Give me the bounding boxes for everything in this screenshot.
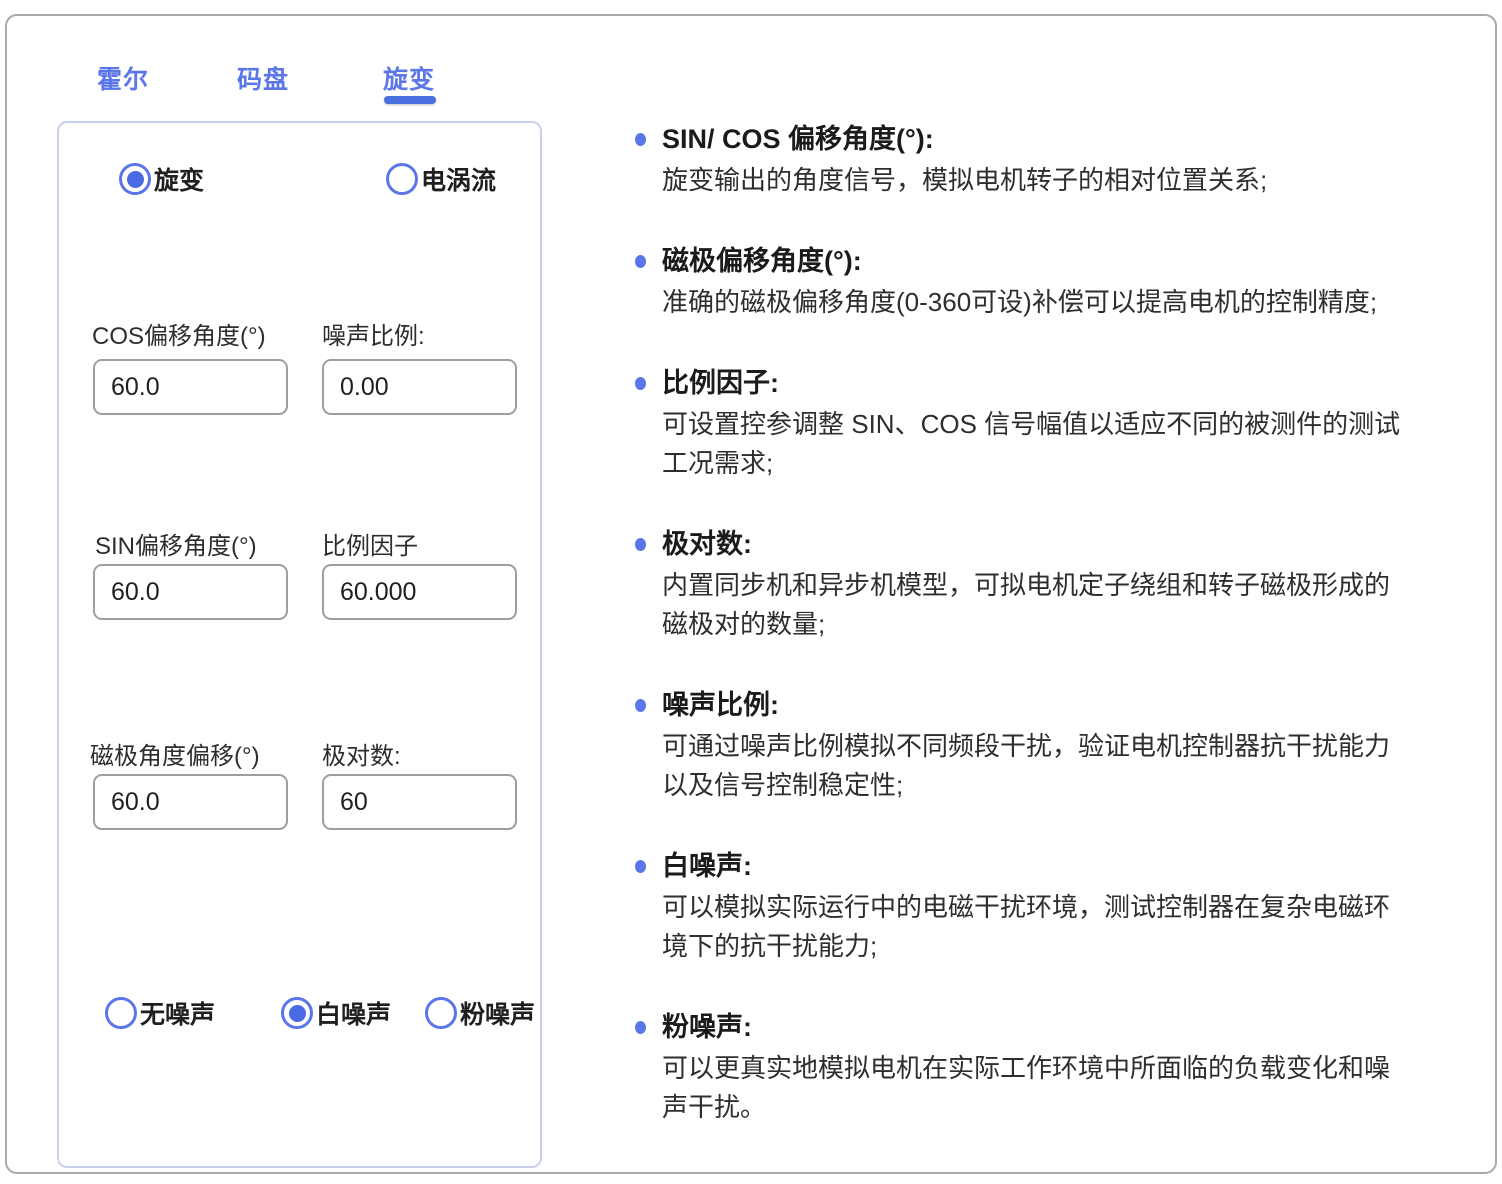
noise-ratio-label: 噪声比例: (322, 316, 425, 351)
desc-title: 粉噪声: (662, 1008, 752, 1046)
noise-ratio-input[interactable] (322, 359, 517, 415)
desc-body: 准确的磁极偏移角度(0-360可设)补偿可以提高电机的控制精度; (662, 283, 1491, 322)
radio-eddy-current[interactable]: 电涡流 (386, 161, 496, 197)
resolver-settings-panel: 旋变 电涡流 COS偏移角度(°) 噪声比例: SIN偏移角度(°) 比例因子 … (57, 121, 542, 1168)
radio-resolver[interactable]: 旋变 (119, 161, 204, 197)
bullet-icon (635, 538, 646, 551)
desc-sin-cos-offset: SIN/ COS 偏移角度(°): 旋变输出的角度信号，模拟电机转子的相对位置关… (635, 120, 1491, 200)
tab-resolver-label: 旋变 (383, 66, 435, 94)
radio-no-noise[interactable]: 无噪声 (105, 995, 215, 1031)
desc-title: 噪声比例: (662, 686, 779, 724)
radio-white-noise[interactable]: 白噪声 (281, 995, 391, 1031)
desc-pole-pairs: 极对数: 内置同步机和异步机模型，可拟电机定子绕组和转子磁极形成的 磁极对的数量… (635, 525, 1491, 644)
desc-body: 旋变输出的角度信号，模拟电机转子的相对位置关系; (662, 161, 1491, 200)
sin-offset-label: SIN偏移角度(°) (95, 526, 257, 561)
tab-resolver[interactable]: 旋变 (383, 60, 435, 96)
radio-unselected-icon (425, 997, 457, 1029)
bullet-icon (635, 255, 646, 268)
page-frame: 霍尔 码盘 旋变 旋变 电涡流 COS偏移角度(°) 噪声比例: SIN偏移角度… (5, 14, 1497, 1174)
desc-body: 可以模拟实际运行中的电磁干扰环境，测试控制器在复杂电磁环 境下的抗干扰能力; (662, 888, 1491, 966)
radio-pink-noise-label: 粉噪声 (460, 995, 535, 1031)
pole-angle-offset-label: 磁极角度偏移(°) (90, 736, 260, 771)
radio-no-noise-label: 无噪声 (140, 995, 215, 1031)
bullet-icon (635, 133, 646, 146)
scale-factor-label: 比例因子 (322, 526, 418, 561)
radio-unselected-icon (386, 163, 418, 195)
radio-pink-noise[interactable]: 粉噪声 (425, 995, 535, 1031)
bullet-icon (635, 860, 646, 873)
pole-pairs-input[interactable] (322, 774, 517, 830)
desc-title: 磁极偏移角度(°): (662, 242, 862, 280)
desc-title: SIN/ COS 偏移角度(°): (662, 120, 934, 158)
desc-title: 极对数: (662, 525, 752, 563)
bullet-icon (635, 377, 646, 390)
sin-offset-input[interactable] (93, 564, 288, 620)
tab-hall[interactable]: 霍尔 (97, 60, 149, 96)
scale-factor-input[interactable] (322, 564, 517, 620)
desc-title: 比例因子: (662, 364, 779, 402)
desc-body: 内置同步机和异步机模型，可拟电机定子绕组和转子磁极形成的 磁极对的数量; (662, 566, 1491, 644)
cos-offset-input[interactable] (93, 359, 288, 415)
desc-title: 白噪声: (662, 847, 752, 885)
pole-pairs-label: 极对数: (322, 736, 401, 771)
active-tab-indicator (384, 96, 436, 104)
desc-white-noise: 白噪声: 可以模拟实际运行中的电磁干扰环境，测试控制器在复杂电磁环 境下的抗干扰… (635, 847, 1491, 966)
desc-body: 可以更真实地模拟电机在实际工作环境中所面临的负载变化和噪 声干扰。 (662, 1049, 1491, 1127)
radio-selected-icon (119, 163, 151, 195)
desc-noise-ratio: 噪声比例: 可通过噪声比例模拟不同频段干扰，验证电机控制器抗干扰能力 以及信号控… (635, 686, 1491, 805)
desc-scale-factor: 比例因子: 可设置控参调整 SIN、COS 信号幅值以适应不同的被测件的测试 工… (635, 364, 1491, 483)
bullet-icon (635, 699, 646, 712)
desc-pole-offset: 磁极偏移角度(°): 准确的磁极偏移角度(0-360可设)补偿可以提高电机的控制… (635, 242, 1491, 322)
radio-selected-icon (281, 997, 313, 1029)
parameter-descriptions: SIN/ COS 偏移角度(°): 旋变输出的角度信号，模拟电机转子的相对位置关… (635, 120, 1491, 1169)
desc-pink-noise: 粉噪声: 可以更真实地模拟电机在实际工作环境中所面临的负载变化和噪 声干扰。 (635, 1008, 1491, 1127)
pole-angle-offset-input[interactable] (93, 774, 288, 830)
bullet-icon (635, 1021, 646, 1034)
cos-offset-label: COS偏移角度(°) (92, 316, 266, 351)
radio-unselected-icon (105, 997, 137, 1029)
radio-eddy-current-label: 电涡流 (421, 161, 496, 197)
radio-white-noise-label: 白噪声 (316, 995, 391, 1031)
desc-body: 可通过噪声比例模拟不同频段干扰，验证电机控制器抗干扰能力 以及信号控制稳定性; (662, 727, 1491, 805)
tab-encoder[interactable]: 码盘 (237, 60, 289, 96)
radio-resolver-label: 旋变 (154, 161, 204, 197)
desc-body: 可设置控参调整 SIN、COS 信号幅值以适应不同的被测件的测试 工况需求; (662, 405, 1491, 483)
